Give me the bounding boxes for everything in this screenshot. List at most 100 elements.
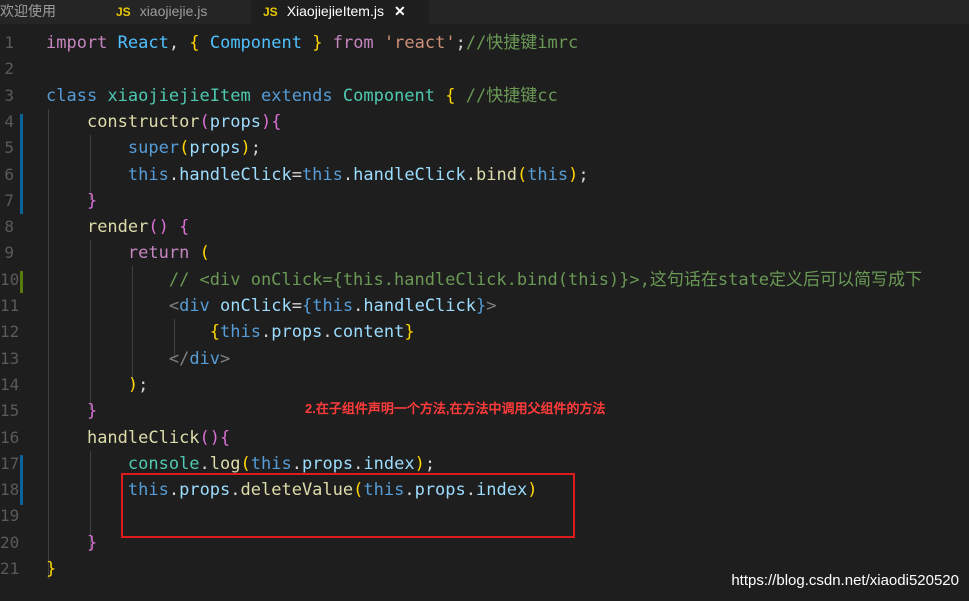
code-token: extends — [260, 85, 333, 106]
tab-label: xiaojiejie.js — [139, 3, 208, 19]
code-token: { — [271, 111, 282, 132]
line-number: 11 — [0, 296, 20, 315]
line-number: 3 — [4, 85, 14, 105]
code-line[interactable]: 16 handleClick(){ — [0, 425, 969, 451]
code-text: render() { — [46, 214, 189, 240]
code-token: class — [46, 85, 98, 106]
code-token: { — [189, 33, 200, 53]
code-token: { — [220, 427, 231, 448]
code-text: // <div onClick={this.handleClick.bind(t… — [46, 267, 922, 293]
code-line[interactable]: 14 ); — [0, 372, 969, 398]
code-token: 'react' — [383, 33, 456, 53]
code-token: . — [353, 296, 364, 316]
code-token: ; — [578, 164, 589, 185]
tab-label: 欢迎使用 — [0, 3, 56, 19]
tab-welcome[interactable]: 欢迎使用 — [0, 0, 100, 24]
code-line[interactable]: 13 </div> — [0, 346, 969, 372]
tab-xiaojiejieitem[interactable]: JS XiaojiejieItem.js ✕ — [251, 0, 429, 24]
line-number: 2 — [4, 59, 14, 79]
tab-xiaojiejie[interactable]: JS xiaojiejie.js — [104, 0, 250, 24]
code-token: } — [86, 401, 98, 422]
code-line[interactable]: 9 return ( — [0, 240, 969, 266]
code-line[interactable]: 11 <div onClick={this.handleClick}> — [0, 293, 969, 319]
code-line[interactable]: 5 super(props); — [0, 135, 969, 161]
code-token: , — [168, 33, 190, 53]
code-text: {this.props.content} — [46, 319, 415, 345]
highlight-box — [121, 473, 575, 538]
tab-bar: 欢迎使用 JS xiaojiejie.js JS XiaojiejieItem.js… — [0, 0, 969, 24]
code-token: () — [199, 427, 221, 448]
close-icon[interactable]: ✕ — [394, 3, 406, 19]
code-token: . — [353, 453, 364, 474]
code-text: <div onClick={this.handleClick}> — [46, 293, 497, 319]
code-token: ; — [455, 33, 466, 53]
code-token: handleClick — [353, 164, 466, 185]
line-number: 1 — [4, 33, 14, 52]
code-token: } — [86, 190, 98, 211]
js-file-icon: JS — [263, 5, 278, 19]
line-number: 10 — [0, 269, 20, 289]
code-token: ( — [199, 111, 210, 132]
code-token: } — [46, 559, 57, 579]
code-token: ) — [260, 111, 272, 132]
code-text: super(props); — [46, 135, 261, 161]
code-token: ) — [414, 453, 425, 474]
code-text: constructor(props){ — [46, 109, 282, 135]
code-token: ) — [127, 374, 139, 395]
code-line[interactable]: 6 this.handleClick=this.handleClick.bind… — [0, 162, 969, 188]
code-token: xiaojiejieItem — [107, 85, 251, 106]
code-line[interactable]: 3 class xiaojiejieItem extends Component … — [0, 83, 969, 109]
code-token: ; — [424, 453, 436, 474]
code-token: } — [476, 296, 487, 316]
code-token: < — [168, 296, 180, 316]
code-token: . — [342, 164, 354, 185]
code-line[interactable]: 12 {this.props.content} — [0, 319, 969, 345]
code-token: // <div onClick={this.handleClick.bind(t… — [168, 269, 923, 290]
code-token: props — [301, 453, 354, 474]
code-line[interactable]: 7 } — [0, 188, 969, 214]
code-token: props — [189, 138, 241, 159]
annotation-note: 2.在子组件声明一个方法,在方法中调用父组件的方法 — [305, 401, 606, 416]
code-line[interactable]: 1 import React, { Component } from 'react… — [0, 30, 969, 56]
code-token: } — [86, 532, 98, 553]
code-token: handleClick — [179, 164, 292, 185]
code-line[interactable]: 2 — [0, 56, 969, 82]
code-token: ; — [250, 138, 262, 159]
code-token: this — [220, 322, 261, 343]
code-line[interactable]: 4 constructor(props){ — [0, 109, 969, 135]
code-token: . — [199, 453, 210, 474]
code-token: ) — [240, 138, 251, 159]
code-token: content — [332, 322, 405, 343]
code-token: { — [301, 296, 313, 316]
code-token: index — [363, 453, 415, 474]
code-token: props — [209, 111, 261, 132]
code-line[interactable]: 8 render() { — [0, 214, 969, 240]
line-number: 13 — [0, 348, 20, 368]
code-token: this — [301, 164, 343, 185]
line-number: 21 — [0, 559, 20, 578]
code-text: } — [46, 556, 56, 582]
code-token: </ — [168, 348, 190, 369]
code-text: </div> — [46, 346, 230, 372]
line-number: 19 — [0, 506, 20, 526]
code-token: handleClick — [363, 296, 476, 316]
code-token: ( — [199, 243, 210, 264]
code-token: handleClick — [86, 427, 200, 448]
code-text: } — [46, 530, 97, 556]
code-token: this — [312, 296, 354, 316]
code-line[interactable]: 10 // <div onClick={this.handleClick.bin… — [0, 267, 969, 293]
